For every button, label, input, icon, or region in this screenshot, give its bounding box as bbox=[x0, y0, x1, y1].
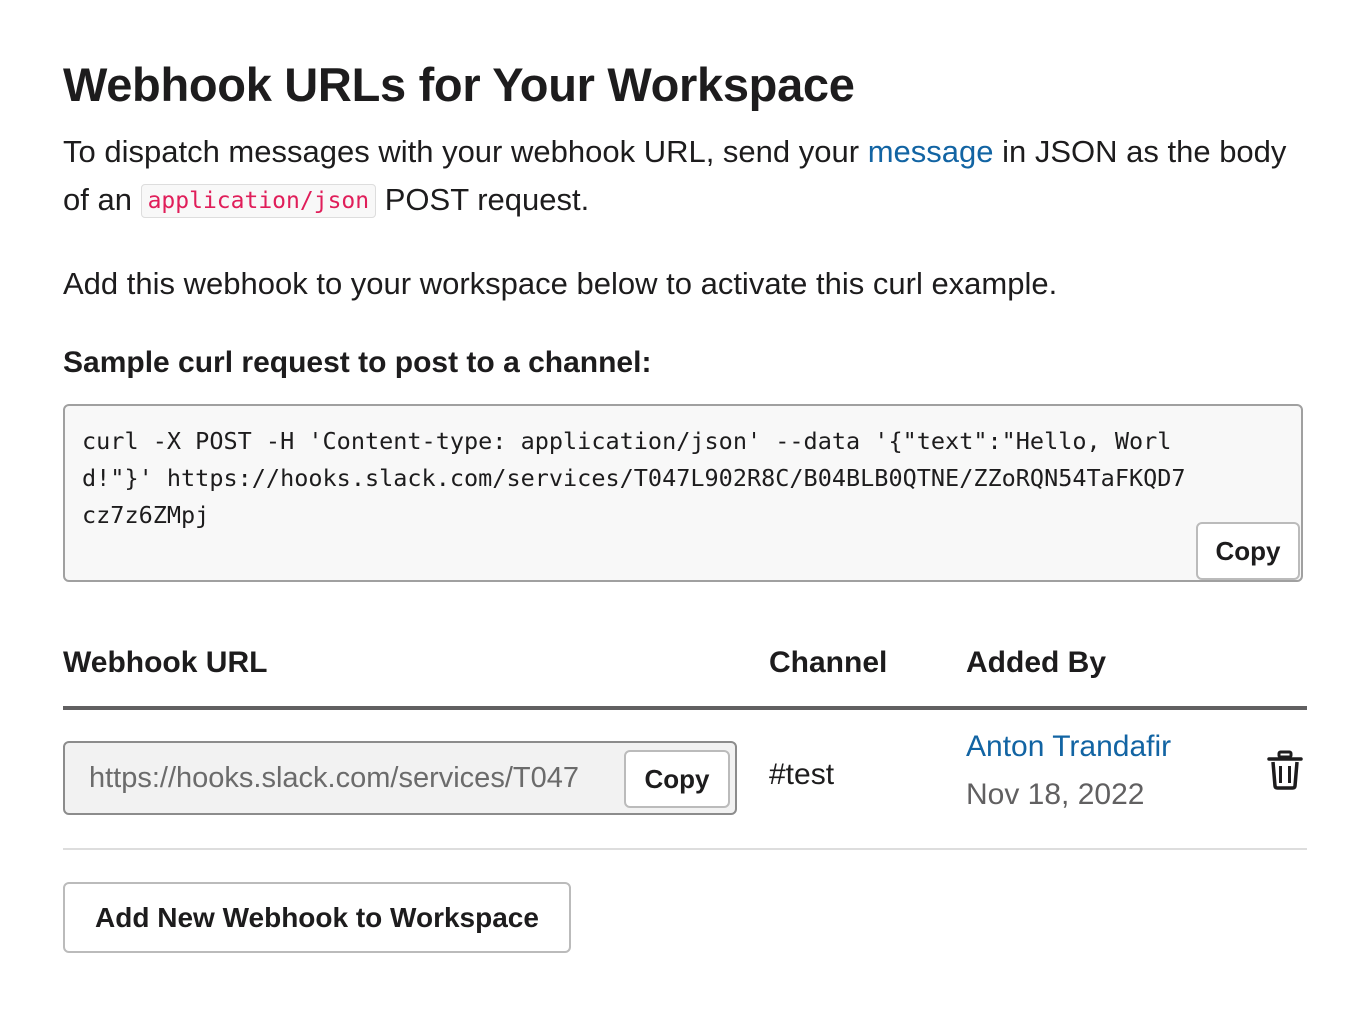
intro-text: To dispatch messages with your webhook U… bbox=[63, 134, 868, 169]
column-header-webhook-url: Webhook URL bbox=[63, 646, 268, 679]
page-title: Webhook URLs for Your Workspace bbox=[63, 58, 855, 111]
trash-icon[interactable] bbox=[1267, 750, 1303, 790]
message-link[interactable]: message bbox=[868, 134, 994, 169]
webhook-url-input[interactable] bbox=[65, 743, 649, 813]
column-header-channel: Channel bbox=[769, 646, 888, 679]
copy-curl-button[interactable]: Copy bbox=[1196, 522, 1300, 580]
channel-name: #test bbox=[769, 758, 835, 791]
webhook-table-header: Webhook URL Channel Added By bbox=[63, 640, 1307, 710]
intro-text-3: POST request. bbox=[376, 182, 590, 217]
activate-instructions: Add this webhook to your workspace below… bbox=[63, 266, 1058, 301]
sample-curl-code-block: curl -X POST -H 'Content-type: applicati… bbox=[63, 404, 1303, 582]
sample-curl-code: curl -X POST -H 'Content-type: applicati… bbox=[82, 427, 1186, 529]
add-new-webhook-button[interactable]: Add New Webhook to Workspace bbox=[63, 882, 571, 953]
content-type-code: application/json bbox=[140, 184, 377, 218]
added-date: Nov 18, 2022 bbox=[966, 778, 1145, 811]
column-header-added-by: Added By bbox=[966, 646, 1107, 679]
webhook-url-field: Copy bbox=[63, 741, 737, 815]
intro-paragraph: To dispatch messages with your webhook U… bbox=[63, 128, 1307, 225]
sample-curl-heading: Sample curl request to post to a channel… bbox=[63, 346, 652, 379]
copy-webhook-url-button[interactable]: Copy bbox=[624, 750, 730, 808]
table-row: Copy #test Anton Trandafir Nov 18, 2022 bbox=[63, 710, 1307, 850]
added-by-user-link[interactable]: Anton Trandafir bbox=[966, 730, 1171, 764]
